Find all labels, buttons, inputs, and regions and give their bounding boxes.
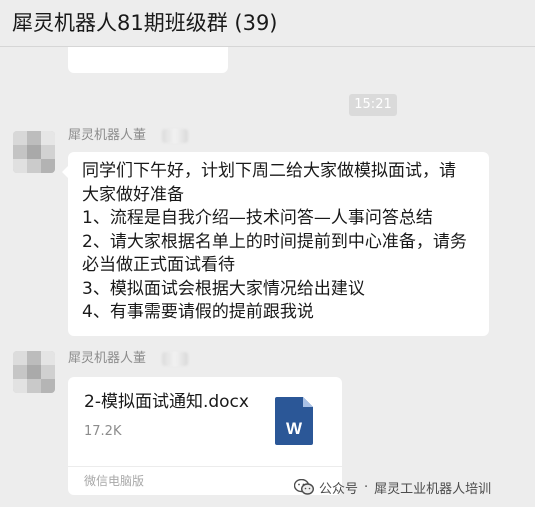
file-card-divider: [68, 466, 342, 467]
message-timestamp: 15:21: [349, 94, 397, 116]
avatar-mosaic: [13, 365, 27, 379]
message-line: 必当做正式面试看待: [82, 255, 235, 275]
previous-message-bubble[interactable]: [68, 47, 228, 73]
message-line: 同学们下午好，计划下周二给大家做模拟面试，请: [82, 161, 456, 181]
avatar-mosaic: [27, 365, 41, 379]
message-line: 2、请大家根据名单上的时间提前到中心准备，请务: [82, 231, 467, 252]
avatar-mosaic: [41, 351, 55, 365]
message-line: 1、流程是自我介绍—技术问答—人事问答总结: [82, 208, 433, 228]
watermark-separator: ·: [364, 479, 369, 495]
avatar-mosaic: [41, 159, 55, 173]
message-text[interactable]: 同学们下午好，计划下周二给大家做模拟面试，请 大家做好准备 1、流程是自我介绍—…: [82, 160, 482, 325]
sender-avatar[interactable]: [13, 131, 55, 173]
sender-name-redaction: [162, 129, 188, 143]
avatar-mosaic: [27, 379, 41, 393]
avatar-mosaic: [13, 131, 27, 145]
avatar-mosaic: [41, 379, 55, 393]
watermark-account-name: 犀灵工业机器人培训: [374, 481, 492, 497]
avatar-mosaic: [13, 145, 27, 159]
sender-name: 犀灵机器人董: [68, 128, 147, 143]
chat-title[interactable]: 犀灵机器人81期班级群 (39): [12, 9, 278, 37]
file-name[interactable]: 2-模拟面试通知.docx: [84, 391, 249, 413]
word-document-icon[interactable]: W: [275, 397, 313, 445]
avatar-mosaic: [41, 365, 55, 379]
sender-name-redaction: [162, 352, 188, 366]
avatar-mosaic: [27, 145, 41, 159]
chat-header: 犀灵机器人81期班级群 (39): [0, 0, 535, 47]
avatar-mosaic: [13, 351, 27, 365]
wechat-official-account-icon: [294, 479, 314, 495]
file-source-label: 微信电脑版: [84, 474, 145, 488]
avatar-mosaic: [27, 351, 41, 365]
word-icon-letter: W: [286, 419, 303, 438]
avatar-mosaic: [27, 159, 41, 173]
sender-name: 犀灵机器人董: [68, 351, 147, 366]
avatar-mosaic: [27, 131, 41, 145]
avatar-mosaic: [41, 145, 55, 159]
avatar-mosaic: [41, 131, 55, 145]
message-line: 3、模拟面试会根据大家情况给出建议: [82, 278, 365, 299]
watermark: 公众号 · 犀灵工业机器人培训: [294, 477, 491, 497]
sender-avatar[interactable]: [13, 351, 55, 393]
avatar-mosaic: [13, 159, 27, 173]
file-size: 17.2K: [84, 424, 122, 439]
bubble-tail: [62, 166, 68, 178]
message-line: 4、有事需要请假的提前跟我说: [82, 302, 314, 322]
message-line: 大家做好准备: [82, 184, 184, 205]
watermark-account-type: 公众号: [319, 481, 359, 497]
avatar-mosaic: [13, 379, 27, 393]
